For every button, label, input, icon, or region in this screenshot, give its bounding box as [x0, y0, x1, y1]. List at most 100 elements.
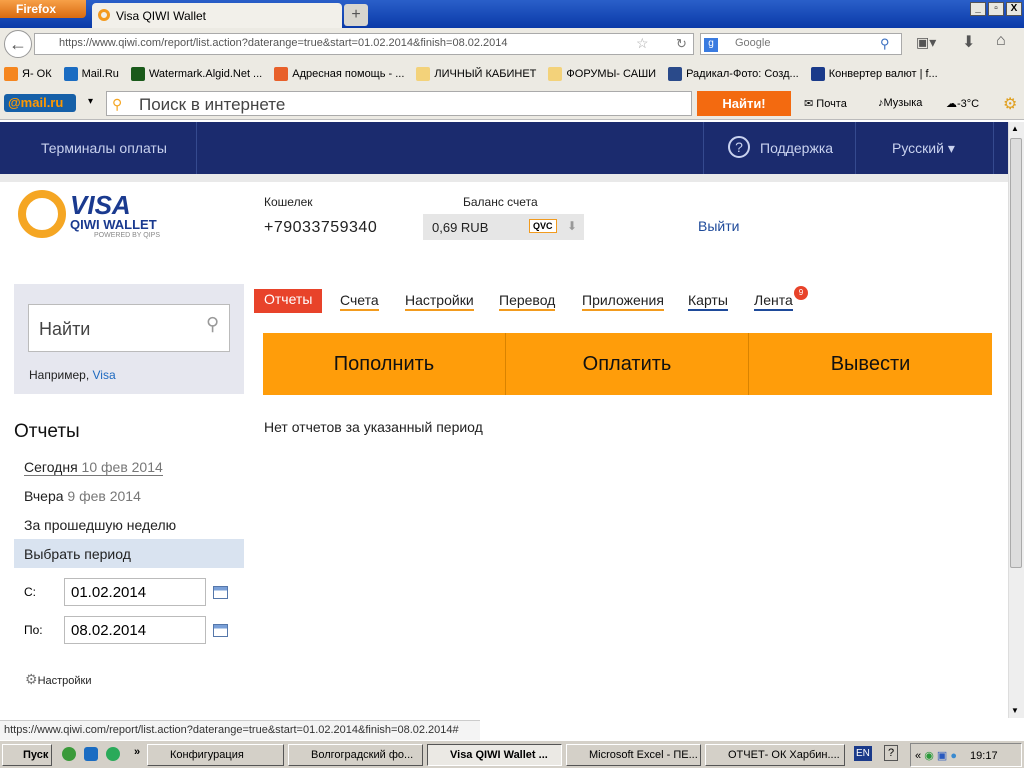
downloads-icon[interactable]: ⬇: [962, 32, 975, 52]
pay-button[interactable]: Оплатить: [506, 333, 749, 395]
wallet-label: Кошелек: [264, 195, 313, 209]
close-button[interactable]: X: [1006, 2, 1022, 16]
scroll-up-icon[interactable]: ▲: [1011, 124, 1019, 133]
calendar-icon[interactable]: [213, 624, 228, 637]
scrollbar-thumb[interactable]: [1010, 138, 1022, 568]
bookmark-label: Адресная помощь - ...: [292, 68, 405, 80]
utorrent-icon[interactable]: [62, 747, 76, 761]
bookmark-forums[interactable]: ФОРУМЫ- САШИ: [548, 66, 656, 82]
reports-title: Отчеты: [14, 421, 80, 442]
firefox-menu-button[interactable]: Firefox: [0, 0, 86, 18]
folder-icon: [548, 67, 563, 81]
bookmark-radikal[interactable]: Радикал-Фото: Созд...: [668, 66, 799, 82]
tray-icon[interactable]: ●: [950, 750, 957, 762]
bookmark-cabinet[interactable]: ЛИЧНЫЙ КАБИНЕТ: [416, 66, 536, 82]
mailru-logo[interactable]: @mail.ru: [4, 94, 76, 112]
start-button[interactable]: Пуск: [2, 744, 52, 766]
home-icon[interactable]: ⌂: [996, 32, 1006, 50]
search-icon[interactable]: ⚲: [880, 36, 890, 52]
bookmarks-menu-icon[interactable]: ▣▾: [916, 34, 936, 51]
language-select[interactable]: Русский ▾: [892, 140, 955, 157]
calendar-icon[interactable]: [213, 586, 228, 599]
system-tray: « ◉ ▣ ● 19:17: [910, 743, 1022, 767]
period-yesterday[interactable]: Вчера 9 фев 2014: [24, 488, 141, 504]
taskbar-item-word[interactable]: ОТЧЕТ- ОК Харбин....: [705, 744, 845, 766]
bookmark-mailru[interactable]: Mail.Ru: [63, 66, 119, 82]
empty-message: Нет отчетов за указанный период: [264, 419, 483, 435]
music-label: Музыка: [883, 97, 923, 109]
balance-arrow-icon[interactable]: ⬇: [567, 219, 577, 233]
bookmark-watermark[interactable]: Watermark.Algid.Net ...: [130, 66, 263, 82]
bookmark-label: Watermark.Algid.Net ...: [148, 68, 263, 80]
taskbar-item-1c[interactable]: Конфигурация: [147, 744, 284, 766]
menu-cards[interactable]: Карты: [688, 292, 728, 311]
network-icon[interactable]: ▣: [937, 750, 947, 762]
back-button[interactable]: ←: [4, 30, 32, 58]
report-settings-link[interactable]: ⚙Настройки: [25, 671, 92, 688]
qiwi-logo-icon[interactable]: [18, 190, 66, 238]
menu-transfer[interactable]: Перевод: [499, 292, 556, 311]
mailagent-icon[interactable]: [84, 747, 98, 761]
site-search-input[interactable]: Найти: [28, 304, 230, 352]
bookmark-converter[interactable]: Конвертер валют | f...: [810, 66, 938, 82]
menu-apps[interactable]: Приложения: [582, 292, 664, 311]
url-bar[interactable]: https://www.qiwi.com/report/list.action?…: [34, 33, 694, 55]
maximize-button[interactable]: ▫: [988, 2, 1004, 16]
taskbar-item-firefox[interactable]: Волгоградский фо...: [288, 744, 423, 766]
period-today[interactable]: Сегодня 10 фев 2014: [24, 459, 163, 476]
date-from-input[interactable]: 01.02.2014: [64, 578, 206, 606]
music-link[interactable]: ♪Музыка: [878, 97, 922, 109]
icq-icon[interactable]: [106, 747, 120, 761]
mailru-dropdown-icon[interactable]: ▾: [88, 96, 93, 107]
mail-link[interactable]: ✉ Почта: [804, 97, 847, 110]
settings-gear-icon[interactable]: ⚙: [1003, 94, 1017, 114]
period-week[interactable]: За прошедшую неделю: [24, 517, 176, 533]
date-to-input[interactable]: 08.02.2014: [64, 616, 206, 644]
fin-icon: [810, 67, 825, 81]
minimize-button[interactable]: _: [970, 2, 986, 16]
support-link[interactable]: Поддержка: [760, 140, 833, 156]
reload-icon[interactable]: ↻: [676, 36, 687, 52]
terminals-link[interactable]: Терминалы оплаты: [41, 140, 167, 156]
weather-widget[interactable]: ☁-3°C: [946, 97, 979, 110]
period-custom[interactable]: Выбрать период: [14, 539, 244, 568]
example-label: Например,: [29, 368, 90, 382]
browser-titlebar: Firefox Visa QIWI Wallet + _ ▫ X: [0, 0, 1024, 28]
new-tab-button[interactable]: +: [344, 4, 368, 26]
scroll-down-icon[interactable]: ▼: [1011, 706, 1019, 715]
menu-accounts[interactable]: Счета: [340, 292, 379, 311]
bookmark-ok[interactable]: Я- ОК: [4, 66, 52, 82]
topup-button[interactable]: Пополнить: [263, 333, 506, 395]
google-icon[interactable]: g: [704, 38, 718, 52]
header-strip: [0, 174, 1008, 182]
bookmark-label: ФОРУМЫ- САШИ: [566, 68, 657, 80]
report-settings-label: Настройки: [37, 675, 92, 687]
taskbar: Пуск » Конфигурация Волгоградский фо... …: [0, 740, 1024, 768]
menu-reports[interactable]: Отчеты: [254, 289, 323, 313]
search-icon[interactable]: ⚲: [206, 314, 219, 335]
help-tray-icon[interactable]: ?: [884, 745, 899, 761]
bookmark-star-icon[interactable]: ☆: [636, 35, 649, 52]
taskbar-item-excel[interactable]: Microsoft Excel - ПЕ...: [566, 744, 701, 766]
menu-feed[interactable]: Лента: [754, 292, 793, 311]
find-button[interactable]: Найти!: [697, 91, 791, 116]
menu-settings[interactable]: Настройки: [405, 292, 474, 311]
mailru-search-input[interactable]: Поиск в интернете: [106, 91, 692, 116]
bookmark-address-help[interactable]: Адресная помощь - ...: [274, 66, 404, 82]
logout-link[interactable]: Выйти: [698, 218, 739, 234]
more-icon[interactable]: »: [134, 746, 140, 758]
tray-icon[interactable]: ◉: [924, 750, 934, 762]
status-bar: https://www.qiwi.com/report/list.action?…: [0, 720, 480, 740]
address-help-icon: [274, 67, 289, 81]
withdraw-button[interactable]: Вывести: [749, 333, 992, 395]
navigation-bar: ← https://www.qiwi.com/report/list.actio…: [0, 28, 1024, 60]
language-indicator[interactable]: EN: [854, 746, 872, 761]
bookmark-label: Конвертер валют | f...: [828, 68, 938, 80]
example-link[interactable]: Visa: [93, 368, 116, 382]
search-key-icon: ⚲: [112, 96, 123, 112]
taskbar-item-qiwi[interactable]: Visa QIWI Wallet ...: [427, 744, 562, 766]
mailru-toolbar: @mail.ru ▾ Поиск в интернете ⚲ Найти! ✉ …: [0, 88, 1024, 120]
search-input[interactable]: Google: [700, 33, 902, 55]
qvc-button[interactable]: QVC: [529, 219, 557, 233]
browser-tab[interactable]: Visa QIWI Wallet: [92, 3, 342, 28]
